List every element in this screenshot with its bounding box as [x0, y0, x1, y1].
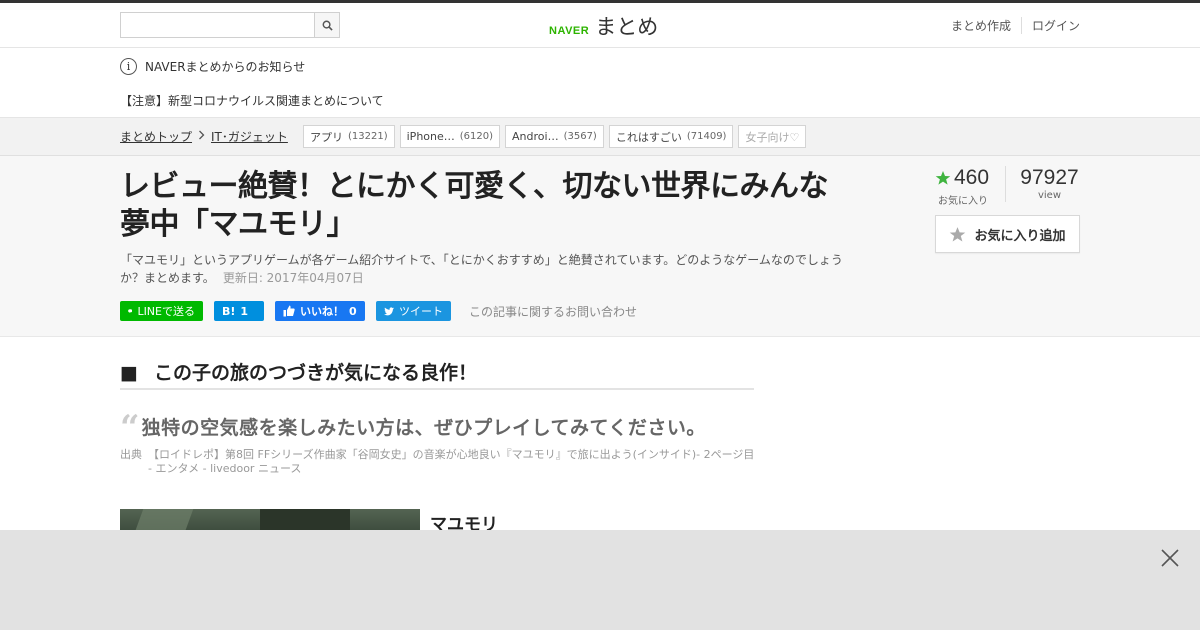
tag-for-girls[interactable]: 女子向け♡	[738, 125, 807, 148]
close-icon[interactable]	[1160, 548, 1180, 568]
tag-label: 女子向け♡	[745, 130, 800, 144]
search-box	[120, 12, 340, 38]
heading-bullet: ■	[120, 362, 138, 384]
notice-item-link[interactable]: 【注意】新型コロナウイルス関連まとめについて	[120, 92, 384, 109]
facebook-like-count: 0	[349, 304, 357, 318]
header-links: まとめ作成 ログイン	[941, 17, 1080, 34]
contact-link[interactable]: この記事に関するお問い合わせ	[469, 303, 637, 320]
tweet-label: ツイート	[399, 305, 443, 318]
search-icon	[322, 20, 333, 31]
create-matome-link[interactable]: まとめ作成	[941, 17, 1021, 34]
breadcrumb: まとめトップ IT･ガジェット	[120, 128, 288, 145]
source-link[interactable]: 【ロイドレポ】第8回 FFシリーズ作曲家「谷岡女史」の音楽が心地良い『マユモリ』…	[148, 448, 760, 476]
line-share-button[interactable]: LINEで送る	[120, 301, 203, 321]
add-favorite-button[interactable]: お気に入り追加	[935, 215, 1080, 253]
tag-label: Androi…	[512, 130, 559, 143]
bottom-ad-banner	[0, 530, 1200, 630]
breadcrumb-category[interactable]: IT･ガジェット	[211, 128, 288, 145]
info-icon: i	[120, 58, 137, 75]
search-button[interactable]	[314, 13, 339, 37]
favorites-count: 460	[954, 166, 990, 189]
share-buttons: LINEで送る B! 1 いいね！ 0 ツイート この記事に関するお問い合わせ	[120, 301, 637, 321]
add-favorite-label: お気に入り追加	[974, 228, 1066, 244]
breadcrumb-bar: まとめトップ IT･ガジェット アプリ (13221) iPhone… (6120)…	[0, 118, 1200, 156]
star-outline-icon	[950, 226, 966, 242]
naver-matome-logo[interactable]: NAVER まとめ	[549, 11, 658, 41]
article-header: レビュー絶賛！とにかく可愛く、切ない世界にみんな夢中「マユモリ」 「マユモリ」と…	[0, 156, 1200, 337]
article-stats: 460 お気に入り 97927 view	[935, 166, 1080, 207]
chevron-right-icon	[198, 130, 205, 143]
hatena-count: 1	[240, 304, 249, 318]
views-label: view	[1037, 190, 1062, 201]
article-description: 「マユモリ」というアプリゲームが各ゲーム紹介サイトで、「とにかくおすすめ」と絶賛…	[120, 251, 845, 287]
tweet-button[interactable]: ツイート	[376, 301, 451, 321]
line-share-label: LINEで送る	[137, 305, 195, 318]
facebook-like-label: いいね！	[300, 305, 344, 318]
updated-date: 更新日: 2017年04月07日	[222, 271, 364, 285]
favorites-count-row: 460	[935, 166, 1005, 190]
breadcrumb-top[interactable]: まとめトップ	[120, 128, 192, 145]
views-stat: 97927 view	[1005, 166, 1080, 202]
top-header: NAVER まとめ まとめ作成 ログイン	[0, 0, 1200, 48]
tag-amazing[interactable]: これはすごい (71409)	[608, 125, 734, 148]
tag-iphone[interactable]: iPhone… (6120)	[399, 125, 501, 148]
tag-count: (13221)	[348, 131, 388, 142]
source-label: 出典	[120, 448, 142, 461]
quote-source: 出典 【ロイドレポ】第8回 FFシリーズ作曲家「谷岡女史」の音楽が心地良い『マユ…	[120, 448, 760, 476]
tag-app[interactable]: アプリ (13221)	[303, 125, 395, 148]
section-heading: ■ この子の旅のつづきが気になる良作！	[120, 358, 754, 390]
twitter-bird-icon	[384, 306, 394, 315]
line-icon	[128, 309, 133, 313]
hatena-icon: B!	[222, 304, 236, 318]
quote-mark-icon: “	[120, 407, 140, 448]
tag-android[interactable]: Androi… (3567)	[505, 125, 604, 148]
thumbs-up-icon	[283, 305, 295, 317]
favorites-label: お気に入り	[938, 196, 988, 207]
views-count: 97927	[1020, 166, 1079, 189]
tag-label: アプリ	[310, 130, 343, 144]
logo-naver-text: NAVER	[549, 25, 590, 37]
notice-area: i NAVERまとめからのお知らせ 【注意】新型コロナウイルス関連まとめについて	[0, 48, 1200, 118]
tag-list: アプリ (13221) iPhone… (6120) Androi… (3567) こ…	[303, 125, 807, 148]
quote-block: “ 独特の空気感を楽しみたい方は、ぜひプレイしてみてください。	[120, 407, 706, 448]
star-icon	[935, 171, 951, 185]
tag-label: iPhone…	[406, 130, 455, 143]
article-content: ■ この子の旅のつづきが気になる良作！ “ 独特の空気感を楽しみたい方は、ぜひプレ…	[0, 337, 1200, 549]
login-link[interactable]: ログイン	[1020, 17, 1080, 34]
tag-count: (6120)	[459, 131, 494, 142]
quote-text: 独特の空気感を楽しみたい方は、ぜひプレイしてみてください。	[141, 417, 706, 439]
tag-count: (3567)	[563, 131, 597, 142]
tag-label: これはすごい	[615, 130, 682, 144]
notice-title: NAVERまとめからのお知らせ	[145, 60, 306, 74]
search-input[interactable]	[121, 13, 314, 37]
notice-header: i NAVERまとめからのお知らせ	[120, 58, 305, 75]
facebook-like-button[interactable]: いいね！ 0	[275, 301, 365, 321]
tag-count: (71409)	[686, 131, 727, 142]
article-title: レビュー絶賛！とにかく可愛く、切ない世界にみんな夢中「マユモリ」	[120, 169, 829, 242]
logo-matome-text: まとめ	[595, 15, 659, 39]
hatena-bookmark-button[interactable]: B! 1	[214, 301, 264, 321]
favorites-stat: 460 お気に入り	[935, 166, 1005, 207]
heading-text: この子の旅のつづきが気になる良作！	[153, 362, 477, 384]
